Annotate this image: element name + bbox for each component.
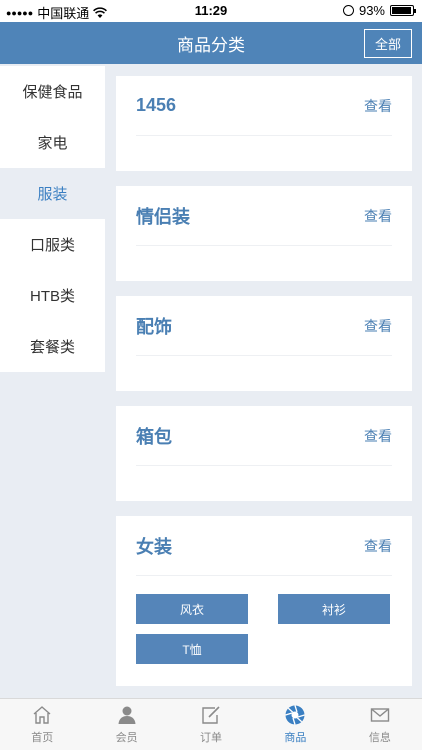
category-card: 箱包 查看 <box>116 406 412 501</box>
tab-orders[interactable]: 订单 <box>169 699 253 750</box>
sidebar-item-clothing[interactable]: 服装 <box>0 168 105 219</box>
sidebar-item-oral[interactable]: 口服类 <box>0 219 105 270</box>
category-card: 配饰 查看 <box>116 296 412 391</box>
view-link[interactable]: 查看 <box>364 96 392 116</box>
card-title: 情侣装 <box>136 206 190 227</box>
sidebar-item-appliances[interactable]: 家电 <box>0 117 105 168</box>
card-header: 1456 查看 <box>136 76 392 136</box>
card-body <box>116 246 412 281</box>
view-link[interactable]: 查看 <box>364 316 392 336</box>
category-card: 1456 查看 <box>116 76 412 171</box>
home-icon <box>33 706 51 724</box>
nav-header: 商品分类 全部 <box>0 22 422 64</box>
card-header: 女装 查看 <box>136 516 392 576</box>
card-header: 箱包 查看 <box>136 406 392 466</box>
tab-label: 商品 <box>284 732 307 744</box>
view-link[interactable]: 查看 <box>364 206 392 226</box>
tag-button[interactable]: 风衣 <box>136 594 248 624</box>
category-card: 女装 查看 风衣 衬衫 T恤 <box>116 516 412 686</box>
category-content: 1456 查看 情侣装 查看 配饰 查看 箱包 查看 女装 查看 风衣 衬衫 T… <box>116 76 412 701</box>
card-title: 箱包 <box>136 426 172 447</box>
tab-products[interactable]: 商品 <box>253 699 337 750</box>
tag-list: 风衣 衬衫 T恤 <box>116 576 412 686</box>
view-link[interactable]: 查看 <box>364 536 392 556</box>
card-body <box>116 356 412 391</box>
card-body <box>116 136 412 171</box>
card-title: 女装 <box>136 536 172 557</box>
tab-home[interactable]: 首页 <box>0 699 84 750</box>
card-header: 情侣装 查看 <box>136 186 392 246</box>
status-right: 93% <box>342 3 416 18</box>
shutter-icon <box>285 705 306 725</box>
card-title: 1456 <box>136 95 177 115</box>
user-icon <box>118 706 136 724</box>
tab-label: 首页 <box>31 732 54 744</box>
card-header: 配饰 查看 <box>136 296 392 356</box>
status-bar: ●●●●● 中国联通 11:29 93% <box>0 0 422 22</box>
page-title: 商品分类 <box>177 35 245 55</box>
card-body <box>116 466 412 501</box>
tab-messages[interactable]: 信息 <box>338 699 422 750</box>
sidebar-item-htb[interactable]: HTB类 <box>0 270 105 321</box>
battery-percent: 93% <box>358 3 385 18</box>
tab-label: 信息 <box>368 732 391 744</box>
card-title: 配饰 <box>136 316 172 337</box>
view-link[interactable]: 查看 <box>364 426 392 446</box>
category-sidebar: 保健食品 家电 服装 口服类 HTB类 套餐类 <box>0 66 105 372</box>
tab-label: 订单 <box>200 732 223 744</box>
rotation-lock-icon <box>342 5 354 16</box>
battery-icon <box>390 5 416 16</box>
tab-bar: 首页 会员 订单 商品 信息 <box>0 698 422 750</box>
all-button[interactable]: 全部 <box>364 29 412 58</box>
tag-button[interactable]: 衬衫 <box>278 594 390 624</box>
tab-member[interactable]: 会员 <box>84 699 168 750</box>
sidebar-item-health-food[interactable]: 保健食品 <box>0 66 105 117</box>
sidebar-item-package[interactable]: 套餐类 <box>0 321 105 372</box>
mail-icon <box>370 708 390 722</box>
category-card: 情侣装 查看 <box>116 186 412 281</box>
tag-button[interactable]: T恤 <box>136 634 248 664</box>
tab-label: 会员 <box>115 732 138 744</box>
battery-fill <box>392 7 411 14</box>
order-icon <box>202 706 220 724</box>
